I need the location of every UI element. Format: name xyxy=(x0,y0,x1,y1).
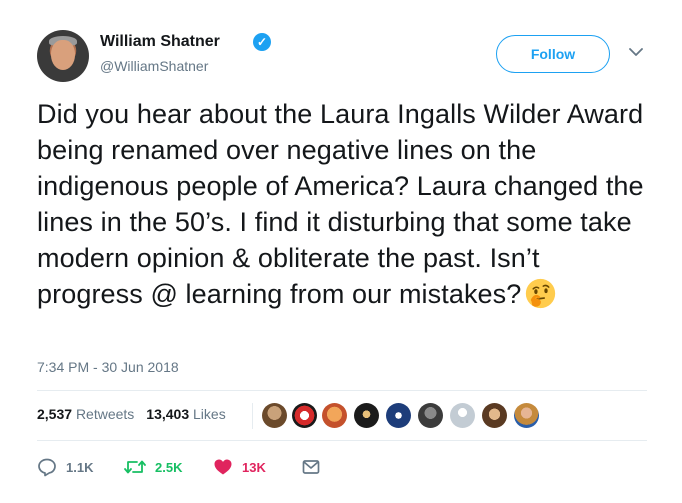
follow-button[interactable]: Follow xyxy=(496,35,610,73)
liker-avatar[interactable] xyxy=(322,403,347,428)
liker-avatar[interactable] xyxy=(354,403,379,428)
author-name[interactable]: William Shatner xyxy=(100,33,220,51)
retweet-count: 2.5K xyxy=(155,459,183,475)
liker-avatar[interactable] xyxy=(386,403,411,428)
likes-count: 13,403 xyxy=(146,406,190,422)
liker-avatar[interactable] xyxy=(514,403,539,428)
reply-icon xyxy=(38,458,56,477)
verified-badge-icon: ✓ xyxy=(253,33,271,51)
reply-button[interactable]: 1.1K xyxy=(37,456,93,478)
stats-divider xyxy=(252,403,253,429)
author-avatar[interactable] xyxy=(37,30,89,82)
liker-avatar[interactable] xyxy=(418,403,443,428)
retweets-count: 2,537 xyxy=(37,406,73,422)
chevron-down-icon[interactable] xyxy=(628,44,644,60)
thinking-face-emoji-icon xyxy=(526,278,556,309)
retweet-icon xyxy=(124,460,146,474)
divider xyxy=(37,440,647,441)
likes-stat[interactable]: 13,403 Likes xyxy=(146,406,225,422)
avatar-face xyxy=(51,40,75,70)
envelope-icon xyxy=(302,460,320,474)
liker-avatar[interactable] xyxy=(292,403,317,428)
likes-label: Likes xyxy=(193,406,226,422)
reply-count: 1.1K xyxy=(66,459,94,475)
direct-message-button[interactable] xyxy=(301,456,330,478)
heart-icon xyxy=(214,459,232,475)
liker-avatar[interactable] xyxy=(482,403,507,428)
author-handle[interactable]: @WilliamShatner xyxy=(100,58,208,74)
like-button[interactable]: 13K xyxy=(213,456,266,478)
tweet-card: William Shatner ✓ @WilliamShatner Follow… xyxy=(0,0,682,503)
retweet-button[interactable]: 2.5K xyxy=(124,456,182,478)
retweets-stat[interactable]: 2,537 Retweets xyxy=(37,406,134,422)
liker-avatar[interactable] xyxy=(450,403,475,428)
engagement-stats: 2,537 Retweets 13,403 Likes xyxy=(37,406,226,422)
tweet-text-block: Did you hear about the Laura Ingalls Wil… xyxy=(37,96,652,312)
tweet-timestamp[interactable]: 7:34 PM - 30 Jun 2018 xyxy=(37,359,179,375)
divider xyxy=(37,390,647,391)
like-count: 13K xyxy=(242,459,266,475)
liker-avatar[interactable] xyxy=(262,403,287,428)
retweets-label: Retweets xyxy=(75,406,135,422)
